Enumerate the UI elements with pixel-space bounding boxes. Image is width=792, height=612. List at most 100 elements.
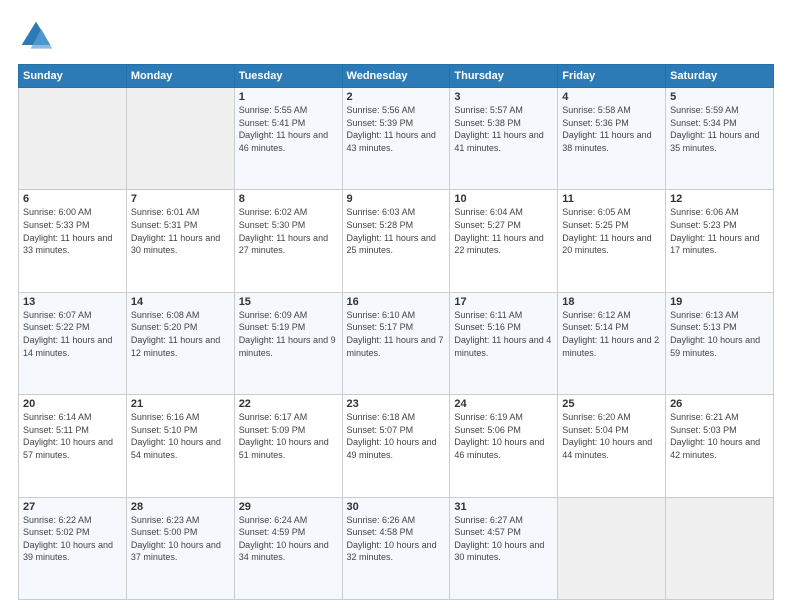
sunset-label: Sunset: 5:17 PM [347,322,414,332]
sunrise-label: Sunrise: 6:27 AM [454,515,523,525]
sunset-label: Sunset: 5:41 PM [239,118,306,128]
calendar-day-cell: 9 Sunrise: 6:03 AM Sunset: 5:28 PM Dayli… [342,190,450,292]
sunset-label: Sunset: 5:10 PM [131,425,198,435]
sunrise-label: Sunrise: 5:56 AM [347,105,416,115]
calendar-day-cell: 30 Sunrise: 6:26 AM Sunset: 4:58 PM Dayl… [342,497,450,599]
day-detail: Sunrise: 6:03 AM Sunset: 5:28 PM Dayligh… [347,206,446,256]
sunset-label: Sunset: 5:16 PM [454,322,521,332]
sunrise-label: Sunrise: 6:16 AM [131,412,200,422]
sunrise-label: Sunrise: 6:09 AM [239,310,308,320]
calendar-day-cell: 23 Sunrise: 6:18 AM Sunset: 5:07 PM Dayl… [342,395,450,497]
day-number: 24 [454,398,553,410]
day-number: 6 [23,193,122,205]
day-detail: Sunrise: 5:57 AM Sunset: 5:38 PM Dayligh… [454,104,553,154]
day-number: 22 [239,398,338,410]
sunrise-label: Sunrise: 6:24 AM [239,515,308,525]
daylight-label: Daylight: 11 hours and 25 minutes. [347,233,436,256]
daylight-label: Daylight: 11 hours and 30 minutes. [131,233,220,256]
calendar-day-cell: 1 Sunrise: 5:55 AM Sunset: 5:41 PM Dayli… [234,88,342,190]
calendar-table: SundayMondayTuesdayWednesdayThursdayFrid… [18,64,774,600]
daylight-label: Daylight: 11 hours and 41 minutes. [454,130,543,153]
sunrise-label: Sunrise: 5:57 AM [454,105,523,115]
day-number: 15 [239,296,338,308]
calendar-day-cell: 27 Sunrise: 6:22 AM Sunset: 5:02 PM Dayl… [19,497,127,599]
calendar-day-cell: 13 Sunrise: 6:07 AM Sunset: 5:22 PM Dayl… [19,292,127,394]
daylight-label: Daylight: 11 hours and 43 minutes. [347,130,436,153]
calendar-week-row: 1 Sunrise: 5:55 AM Sunset: 5:41 PM Dayli… [19,88,774,190]
calendar-day-cell: 2 Sunrise: 5:56 AM Sunset: 5:39 PM Dayli… [342,88,450,190]
calendar-week-row: 20 Sunrise: 6:14 AM Sunset: 5:11 PM Dayl… [19,395,774,497]
sunrise-label: Sunrise: 6:10 AM [347,310,416,320]
day-number: 23 [347,398,446,410]
sunrise-label: Sunrise: 6:00 AM [23,207,92,217]
logo-icon [18,18,54,54]
daylight-label: Daylight: 10 hours and 34 minutes. [239,540,329,563]
sunrise-label: Sunrise: 6:20 AM [562,412,631,422]
day-number: 21 [131,398,230,410]
sunrise-label: Sunrise: 6:11 AM [454,310,522,320]
sunset-label: Sunset: 4:58 PM [347,527,414,537]
day-number: 13 [23,296,122,308]
day-detail: Sunrise: 6:18 AM Sunset: 5:07 PM Dayligh… [347,411,446,461]
daylight-label: Daylight: 11 hours and 2 minutes. [562,335,659,358]
sunset-label: Sunset: 5:19 PM [239,322,306,332]
sunrise-label: Sunrise: 6:19 AM [454,412,523,422]
daylight-label: Daylight: 10 hours and 32 minutes. [347,540,437,563]
calendar-day-cell [558,497,666,599]
sunrise-label: Sunrise: 5:58 AM [562,105,631,115]
calendar-header-cell: Saturday [666,65,774,88]
sunrise-label: Sunrise: 6:08 AM [131,310,200,320]
day-detail: Sunrise: 5:56 AM Sunset: 5:39 PM Dayligh… [347,104,446,154]
sunrise-label: Sunrise: 5:59 AM [670,105,739,115]
sunrise-label: Sunrise: 6:01 AM [131,207,200,217]
sunrise-label: Sunrise: 6:05 AM [562,207,631,217]
calendar-week-row: 6 Sunrise: 6:00 AM Sunset: 5:33 PM Dayli… [19,190,774,292]
sunset-label: Sunset: 5:00 PM [131,527,198,537]
sunrise-label: Sunrise: 6:23 AM [131,515,200,525]
calendar-day-cell: 28 Sunrise: 6:23 AM Sunset: 5:00 PM Dayl… [126,497,234,599]
daylight-label: Daylight: 10 hours and 54 minutes. [131,437,221,460]
day-detail: Sunrise: 6:20 AM Sunset: 5:04 PM Dayligh… [562,411,661,461]
day-detail: Sunrise: 6:13 AM Sunset: 5:13 PM Dayligh… [670,309,769,359]
daylight-label: Daylight: 11 hours and 46 minutes. [239,130,328,153]
calendar-header-cell: Sunday [19,65,127,88]
day-number: 10 [454,193,553,205]
sunset-label: Sunset: 5:39 PM [347,118,414,128]
daylight-label: Daylight: 11 hours and 33 minutes. [23,233,112,256]
day-detail: Sunrise: 5:58 AM Sunset: 5:36 PM Dayligh… [562,104,661,154]
sunset-label: Sunset: 5:30 PM [239,220,306,230]
sunset-label: Sunset: 5:02 PM [23,527,90,537]
daylight-label: Daylight: 11 hours and 14 minutes. [23,335,112,358]
day-detail: Sunrise: 6:06 AM Sunset: 5:23 PM Dayligh… [670,206,769,256]
day-number: 28 [131,501,230,513]
daylight-label: Daylight: 11 hours and 9 minutes. [239,335,336,358]
daylight-label: Daylight: 10 hours and 59 minutes. [670,335,760,358]
calendar-day-cell: 20 Sunrise: 6:14 AM Sunset: 5:11 PM Dayl… [19,395,127,497]
sunrise-label: Sunrise: 6:18 AM [347,412,416,422]
calendar-day-cell: 10 Sunrise: 6:04 AM Sunset: 5:27 PM Dayl… [450,190,558,292]
sunset-label: Sunset: 5:23 PM [670,220,737,230]
sunset-label: Sunset: 5:27 PM [454,220,521,230]
calendar-header-cell: Monday [126,65,234,88]
calendar-body: 1 Sunrise: 5:55 AM Sunset: 5:41 PM Dayli… [19,88,774,600]
day-detail: Sunrise: 6:10 AM Sunset: 5:17 PM Dayligh… [347,309,446,359]
daylight-label: Daylight: 11 hours and 38 minutes. [562,130,651,153]
day-detail: Sunrise: 6:11 AM Sunset: 5:16 PM Dayligh… [454,309,553,359]
day-number: 7 [131,193,230,205]
sunrise-label: Sunrise: 6:03 AM [347,207,416,217]
day-detail: Sunrise: 6:09 AM Sunset: 5:19 PM Dayligh… [239,309,338,359]
sunset-label: Sunset: 5:09 PM [239,425,306,435]
sunrise-label: Sunrise: 6:06 AM [670,207,739,217]
calendar-day-cell: 12 Sunrise: 6:06 AM Sunset: 5:23 PM Dayl… [666,190,774,292]
sunset-label: Sunset: 5:36 PM [562,118,629,128]
calendar-day-cell: 24 Sunrise: 6:19 AM Sunset: 5:06 PM Dayl… [450,395,558,497]
day-detail: Sunrise: 6:12 AM Sunset: 5:14 PM Dayligh… [562,309,661,359]
daylight-label: Daylight: 10 hours and 51 minutes. [239,437,329,460]
calendar-day-cell: 16 Sunrise: 6:10 AM Sunset: 5:17 PM Dayl… [342,292,450,394]
page: SundayMondayTuesdayWednesdayThursdayFrid… [0,0,792,612]
sunrise-label: Sunrise: 6:26 AM [347,515,416,525]
day-detail: Sunrise: 6:27 AM Sunset: 4:57 PM Dayligh… [454,514,553,564]
calendar-day-cell: 6 Sunrise: 6:00 AM Sunset: 5:33 PM Dayli… [19,190,127,292]
day-number: 11 [562,193,661,205]
sunrise-label: Sunrise: 6:14 AM [23,412,92,422]
